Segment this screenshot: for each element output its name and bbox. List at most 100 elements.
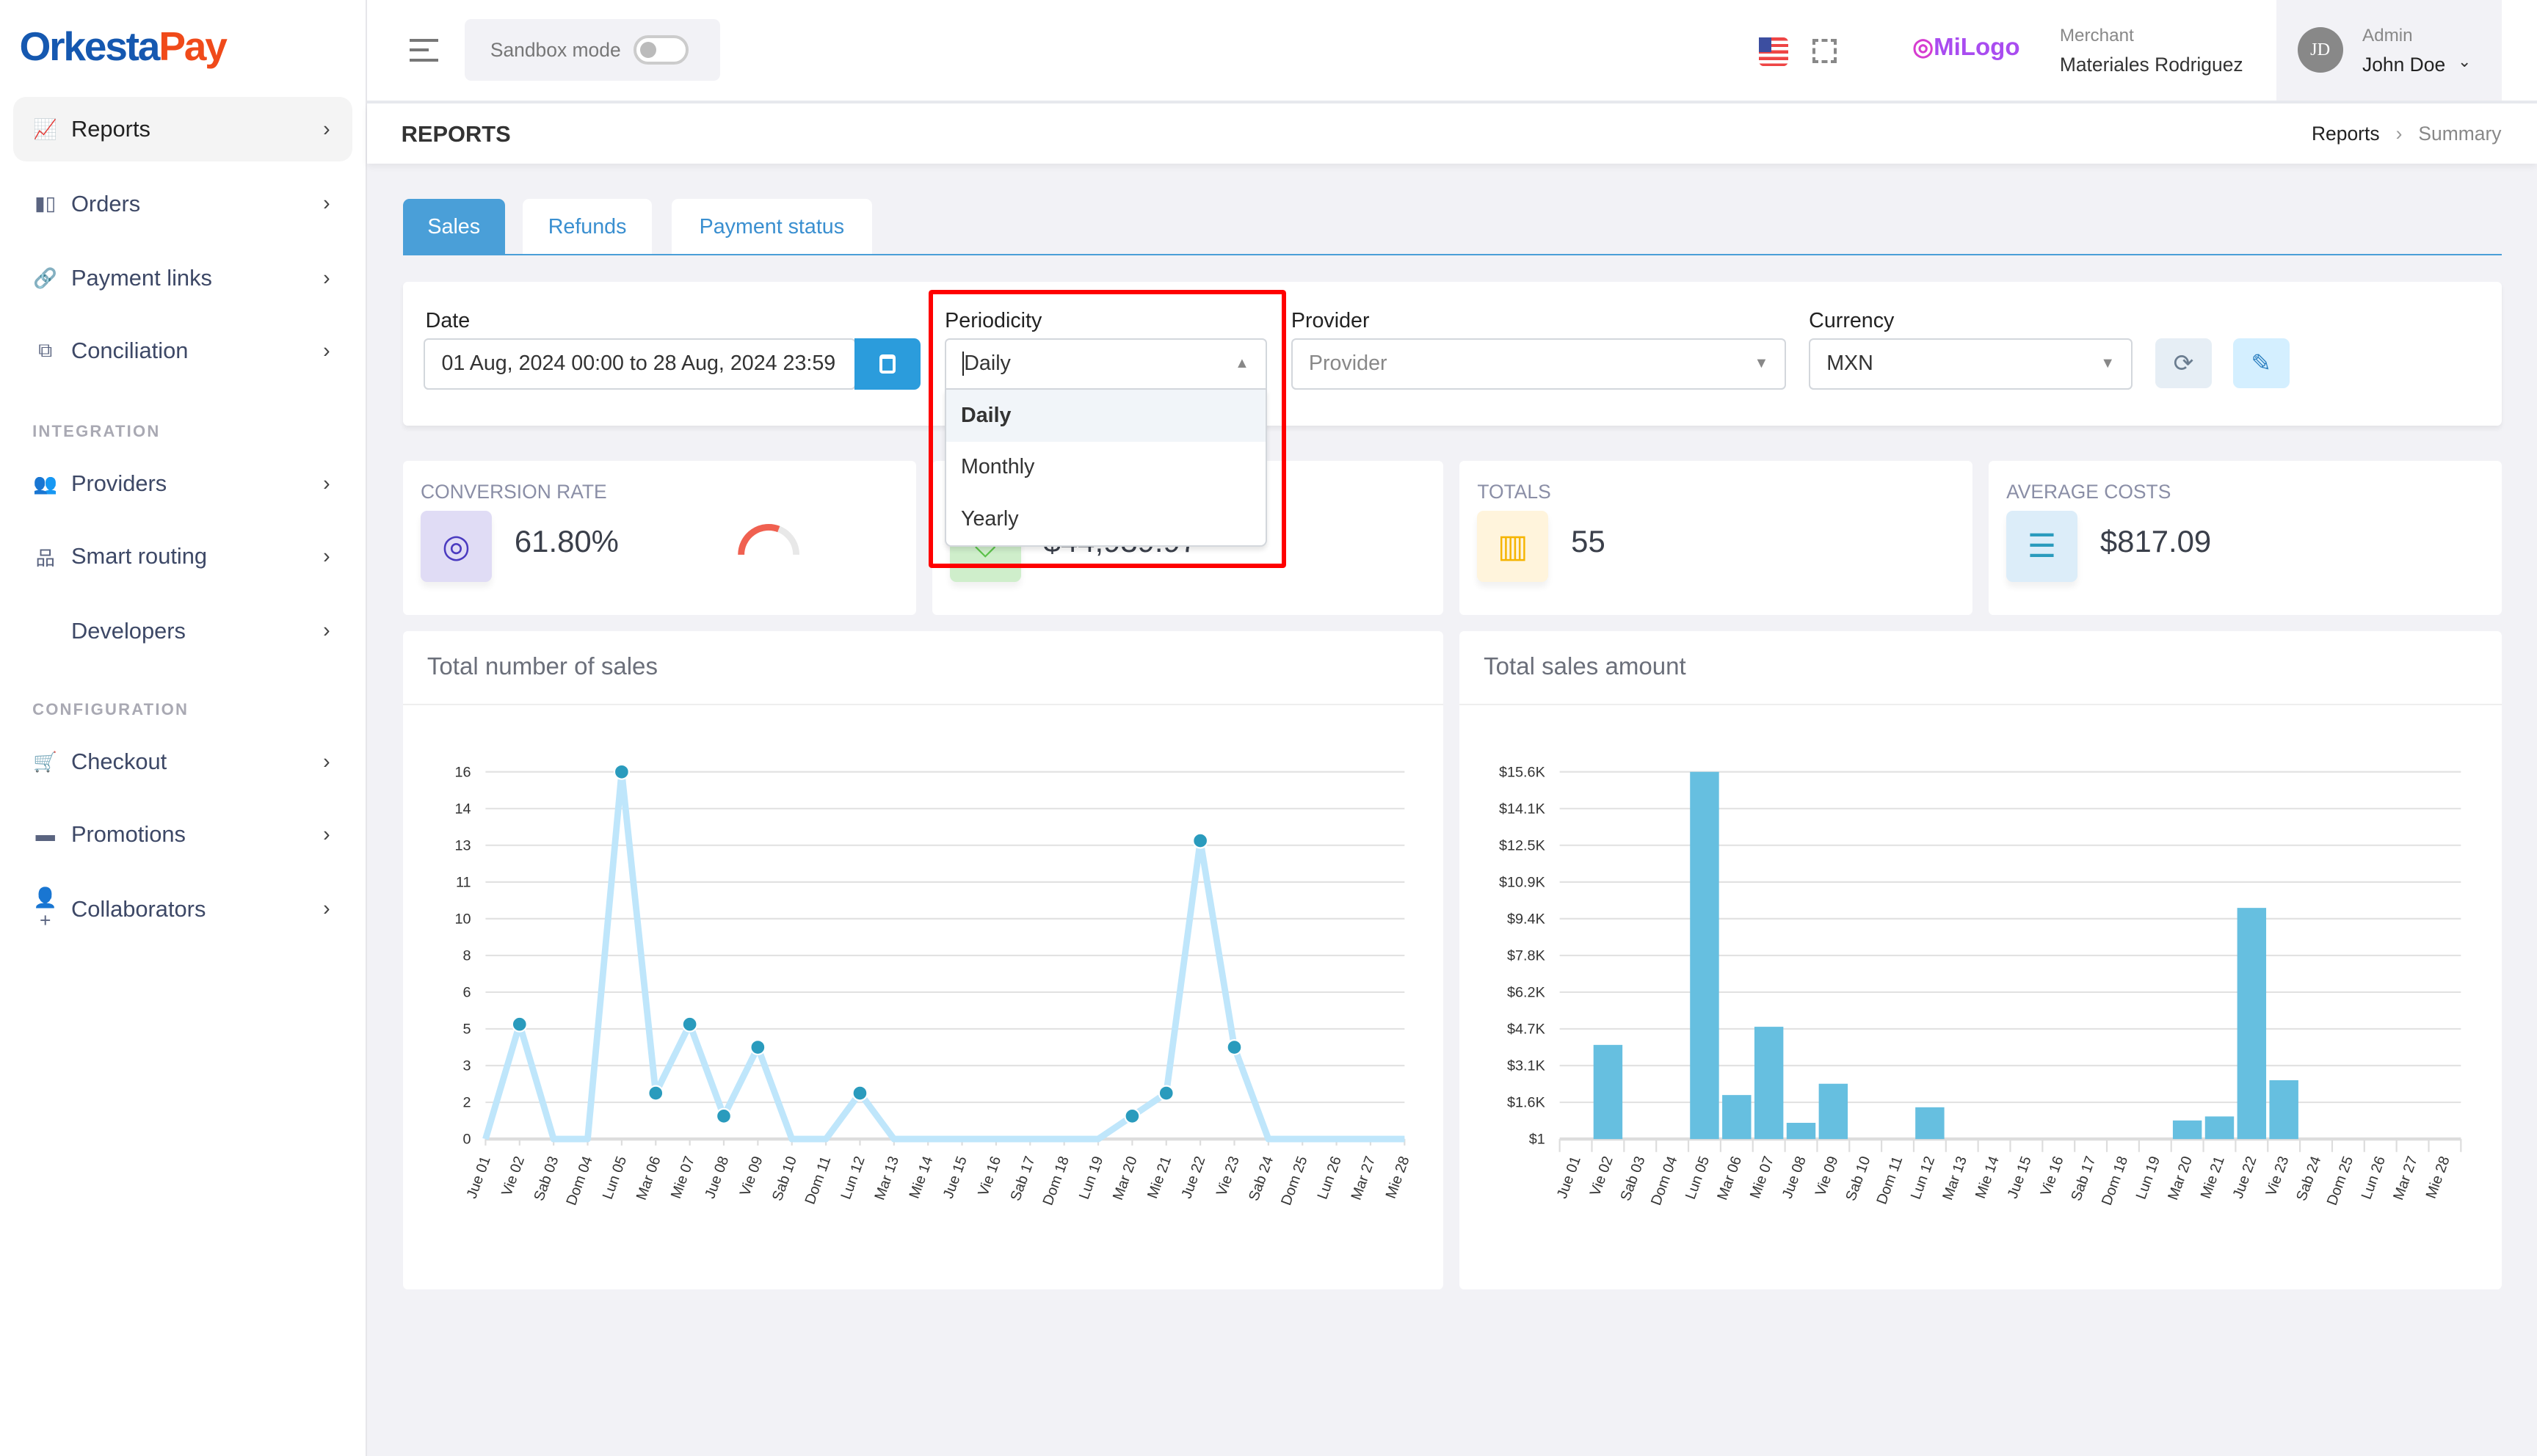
x-tick-label: Dom 04 [563, 1154, 595, 1207]
fullscreen-icon[interactable] [1812, 38, 1837, 63]
sidebar-item-collaborators[interactable]: 👤+ Collaborators › [13, 877, 353, 942]
chevron-right-icon: › [323, 544, 330, 568]
chevron-right-icon: › [323, 192, 330, 216]
chevron-down-icon: ⌄ [2458, 51, 2472, 70]
top-header: Sandbox mode ◎MiLogo Merchant Materiales… [367, 0, 2537, 104]
tab-sales[interactable]: Sales [402, 199, 505, 256]
edit-icon: ✎ [2251, 349, 2272, 377]
x-tick-label: Vie 09 [1812, 1154, 1842, 1198]
stat-label: AVERAGE COSTS [2006, 480, 2171, 503]
sitemap-icon: 品 [35, 547, 55, 569]
edit-button[interactable]: ✎ [2232, 338, 2290, 388]
y-tick-label: $9.4K [1507, 911, 1545, 927]
section-configuration: CONFIGURATION [32, 700, 189, 719]
x-tick-label: Jue 08 [1779, 1154, 1810, 1200]
x-tick-label: Mie 21 [1144, 1154, 1175, 1200]
bar [2269, 1080, 2298, 1139]
x-tick-label: Mar 27 [1348, 1154, 1379, 1202]
calendar-button[interactable] [854, 338, 921, 390]
sidebar-item-providers[interactable]: 👥 Providers › [13, 451, 353, 516]
refresh-button[interactable]: ⟳ [2155, 338, 2212, 388]
sandbox-mode-toggle[interactable]: Sandbox mode [464, 19, 720, 81]
sidebar-item-promotions[interactable]: ▬ Promotions › [13, 802, 353, 867]
x-tick-label: Dom 25 [2324, 1154, 2356, 1207]
x-tick-label: Mie 14 [1972, 1154, 2003, 1200]
merchant-name: Materiales Rodriguez [2059, 53, 2243, 76]
x-tick-label: Sab 03 [531, 1154, 562, 1203]
line-chart: 0 2 3 5 6 8 10 11 13 14 16 Jue 01 Vie 02 Sab 03 Dom 04… [454, 763, 1412, 1207]
user-menu[interactable]: JD Admin John Doe ⌄ [2276, 0, 2502, 101]
y-tick-label: $12.5K [1499, 837, 1545, 853]
section-integration: INTEGRATION [32, 422, 161, 441]
x-tick-label: Mie 21 [2198, 1154, 2228, 1200]
stat-card: AVERAGE COSTS ☰ $817.09 [1988, 461, 2502, 615]
breadcrumb-reports[interactable]: Reports [2312, 123, 2380, 145]
y-tick-label: $14.1K [1499, 801, 1545, 817]
breadcrumb-summary: Summary [2418, 123, 2502, 145]
data-point [681, 1016, 698, 1033]
chevron-right-icon: › [323, 471, 330, 495]
sidebar-item-label: Developers [70, 617, 186, 644]
chevron-right-icon: › [2395, 123, 2403, 145]
x-tick-label: Dom 18 [2099, 1154, 2131, 1207]
merchant-label: Merchant [2059, 26, 2134, 46]
sidebar-item-smart-routing[interactable]: 品 Smart routing › [13, 524, 353, 589]
orkestapay-logo[interactable]: OrkestaPay [19, 23, 227, 70]
data-point [1124, 1107, 1141, 1124]
users-icon: 👥 [33, 472, 58, 495]
sidebar: OrkestaPay 📈 Reports › ▮▯ Orders › 🔗 Payment li… [0, 0, 368, 1456]
x-tick-label: Lun 26 [2359, 1154, 2389, 1201]
list-icon: ☰ [2006, 511, 2078, 583]
sidebar-item-reports[interactable]: 📈 Reports › [12, 97, 353, 162]
x-tick-label: Sab 10 [1843, 1154, 1873, 1203]
bar-chart: $1 $1.6K $3.1K $4.7K $6.2K $7.8K $9.4K $10.9K $1… [1499, 764, 2462, 1207]
provider-select[interactable]: Provider ▼ [1291, 338, 1787, 390]
chevron-right-icon: › [323, 619, 330, 643]
date-range-input[interactable]: 01 Aug, 2024 00:00 to 28 Aug, 2024 23:59 [424, 338, 856, 390]
copy-icon: ⧉ [38, 339, 53, 362]
bar [2237, 907, 2267, 1139]
y-tick-label: $4.7K [1507, 1021, 1545, 1037]
us-flag-icon[interactable] [1758, 37, 1788, 67]
data-point [613, 763, 630, 780]
data-point [1226, 1038, 1243, 1055]
tab-payment-status[interactable]: Payment status [671, 199, 872, 256]
toggle-switch[interactable] [634, 35, 689, 65]
data-point [1191, 832, 1208, 849]
y-tick-label: 10 [454, 911, 471, 927]
page-title: REPORTS [401, 121, 511, 148]
sidebar-item-label: Promotions [70, 821, 186, 848]
x-tick-label: Vie 23 [2263, 1154, 2293, 1198]
caret-down-icon: ▼ [1754, 355, 1769, 372]
merchant-logo: ◎MiLogo [1912, 34, 2020, 62]
y-tick-label: 11 [456, 874, 471, 890]
x-tick-label: Mar 20 [1110, 1154, 1141, 1202]
x-tick-label: Dom 04 [1648, 1154, 1680, 1207]
bar [2204, 1115, 2235, 1139]
sidebar-item-checkout[interactable]: 🛒 Checkout › [13, 729, 353, 794]
x-tick-label: Dom 25 [1278, 1154, 1310, 1207]
sidebar-item-payment-links[interactable]: 🔗 Payment links › [13, 246, 353, 310]
x-tick-label: Vie 09 [737, 1154, 766, 1198]
chevron-right-icon: › [323, 266, 330, 290]
x-tick-label: Jue 22 [1178, 1154, 1208, 1200]
stat-card: TOTALS ▥ 55 [1459, 461, 1972, 615]
sidebar-item-label: Smart routing [70, 543, 208, 569]
currency-select[interactable]: MXN ▼ [1809, 338, 2133, 390]
x-tick-label: Mie 28 [2423, 1154, 2453, 1200]
bar [1593, 1044, 1623, 1139]
sidebar-item-orders[interactable]: ▮▯ Orders › [13, 172, 353, 236]
x-tick-label: Jue 08 [702, 1154, 732, 1200]
x-tick-label: Vie 02 [1587, 1154, 1616, 1198]
x-tick-label: Mar 13 [1939, 1154, 1970, 1202]
x-tick-label: Jue 22 [2230, 1154, 2260, 1200]
sidebar-item-conciliation[interactable]: ⧉ Conciliation › [13, 318, 353, 383]
bar [1818, 1083, 1848, 1139]
y-tick-label: 14 [454, 801, 471, 817]
bar [1690, 771, 1719, 1139]
bar [1915, 1107, 1945, 1139]
sidebar-item-developers[interactable]: Developers › [13, 599, 353, 663]
menu-toggle-icon[interactable] [409, 38, 439, 62]
bar [1722, 1094, 1752, 1139]
tab-refunds[interactable]: Refunds [522, 199, 653, 256]
